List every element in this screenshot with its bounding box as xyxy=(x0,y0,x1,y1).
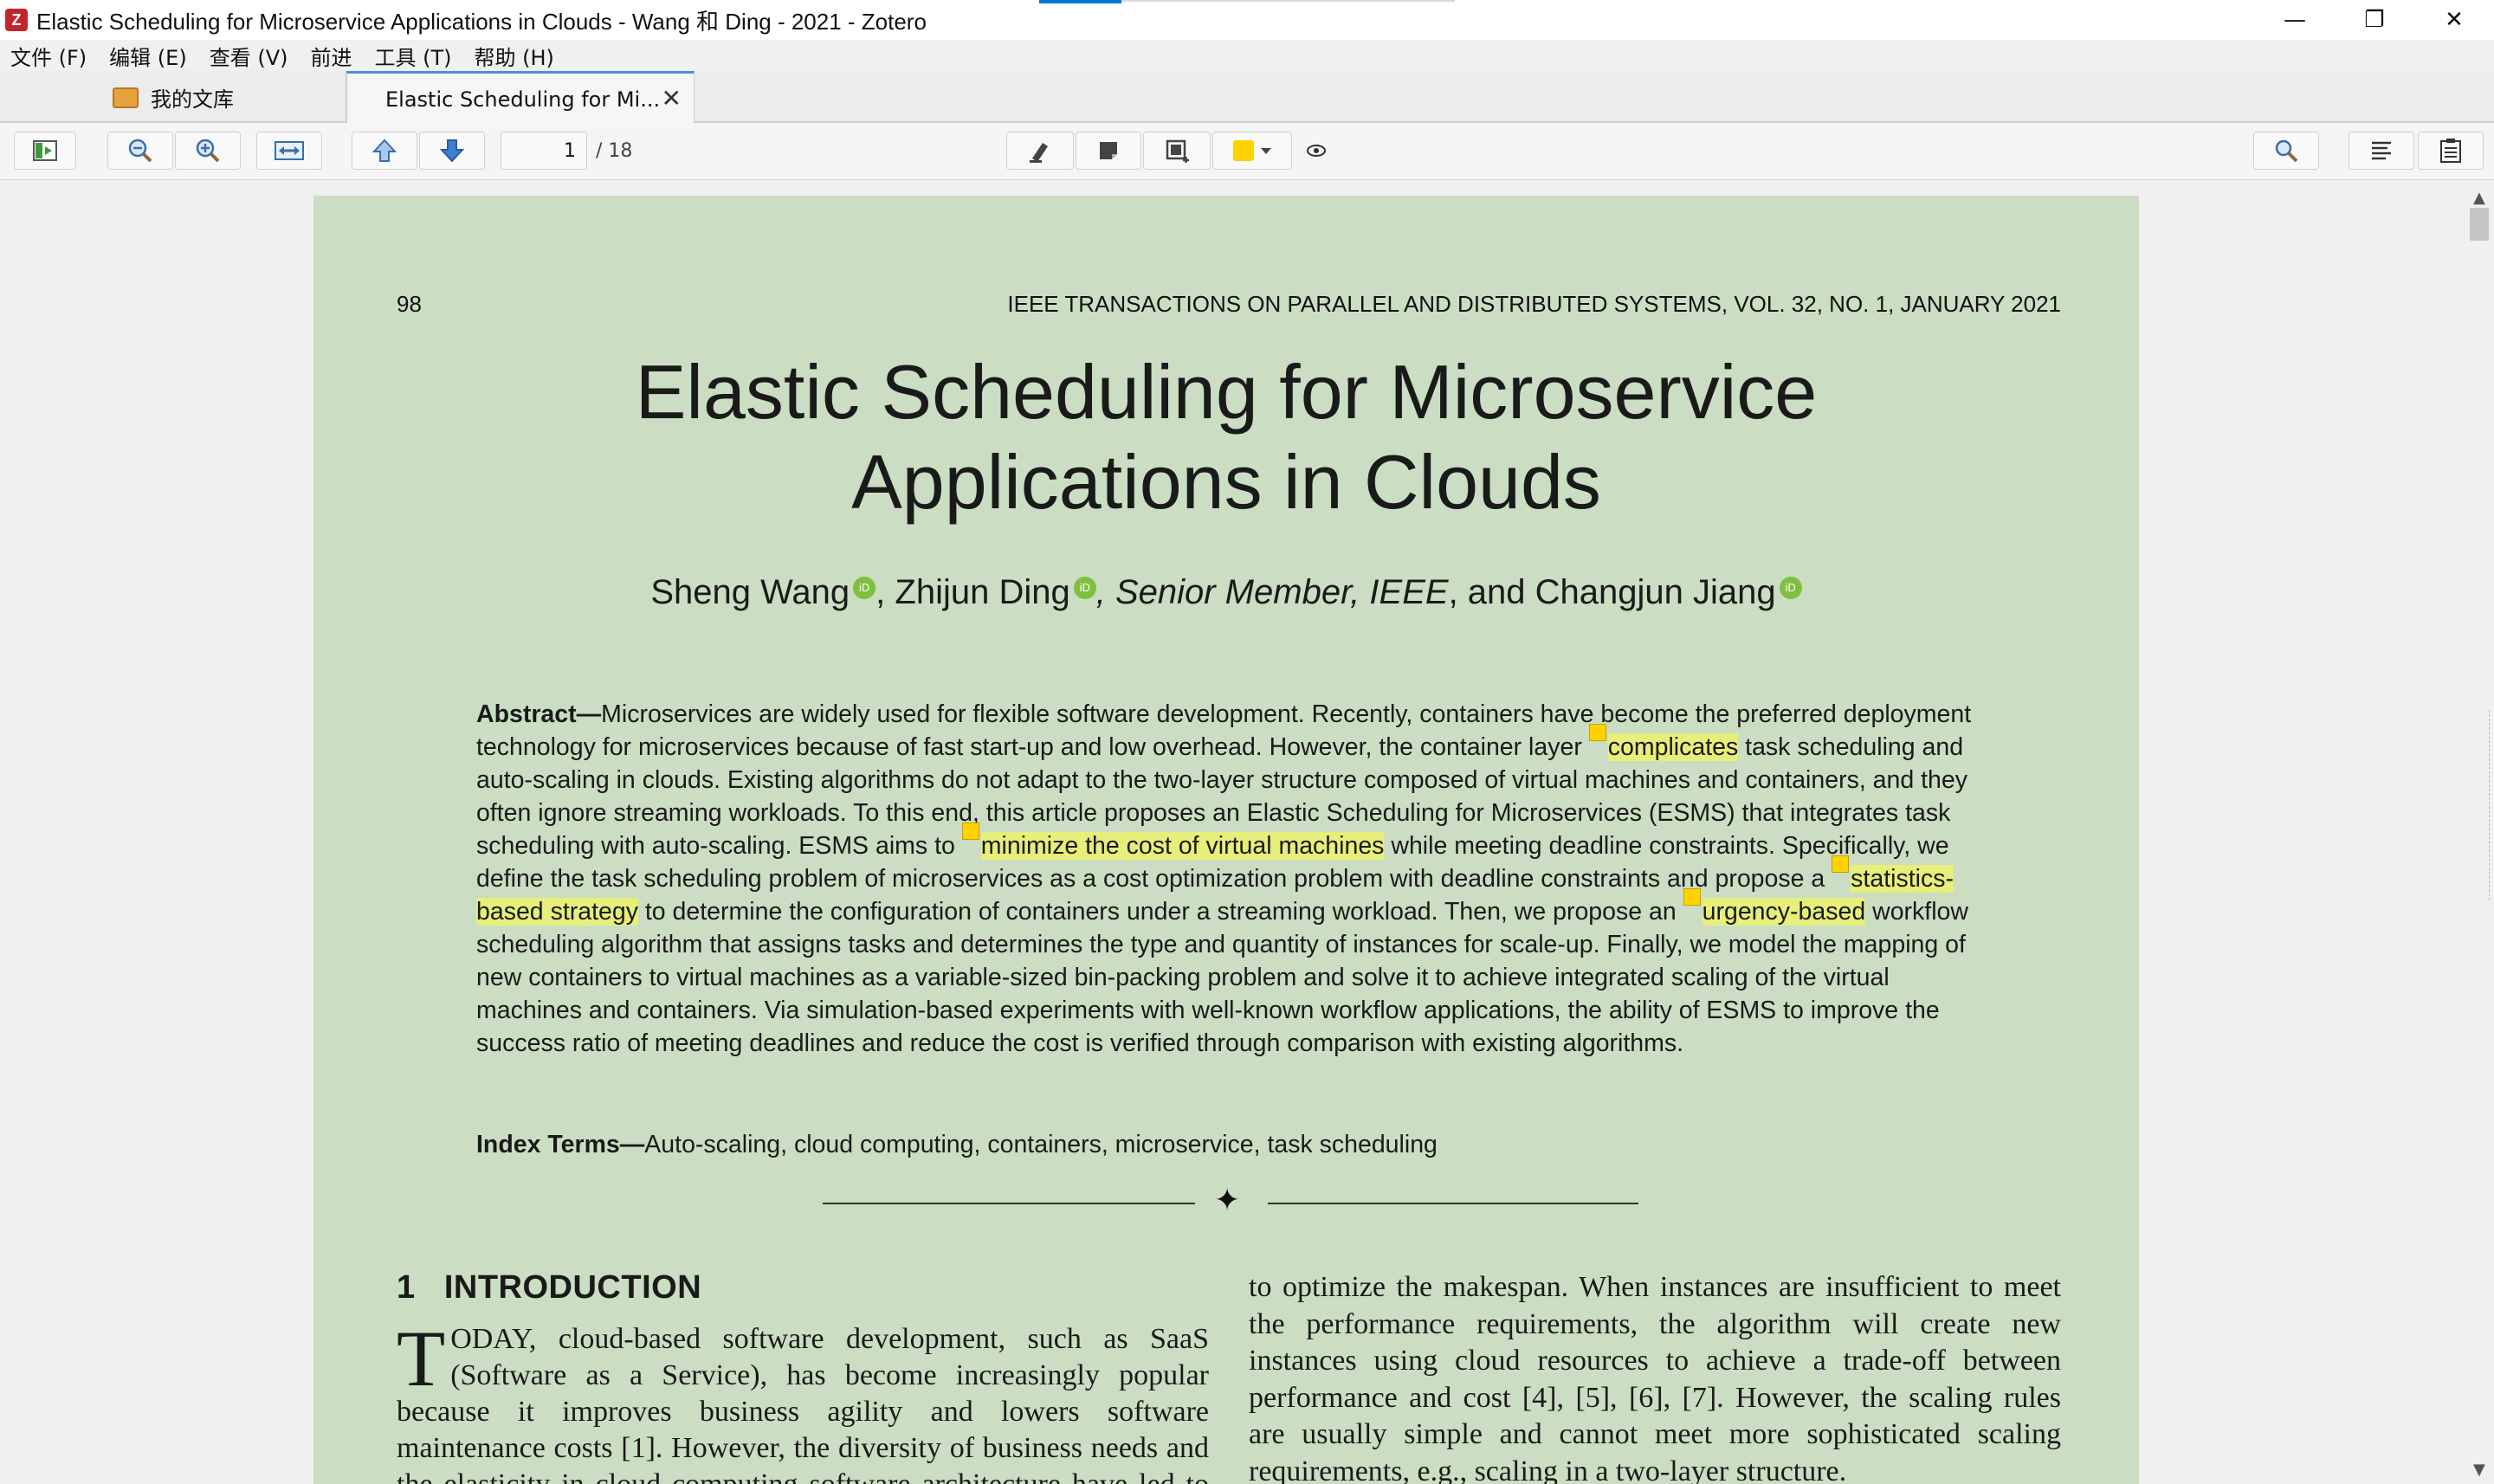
find-button[interactable] xyxy=(2253,132,2319,170)
index-terms: Index Terms—Auto-scaling, cloud computin… xyxy=(476,1131,1438,1159)
color-picker-button[interactable] xyxy=(1212,132,1292,170)
note-marker-icon[interactable] xyxy=(1683,888,1701,906)
note-marker-icon[interactable] xyxy=(1832,855,1850,873)
highlight-annotation[interactable]: complicates xyxy=(1607,733,1739,761)
menu-view[interactable]: 查看 (V) xyxy=(210,41,288,71)
paper-title-line2: Applications in Clouds xyxy=(851,439,1601,525)
annotation-gutter xyxy=(2489,710,2494,900)
abstract-label: Abstract— xyxy=(476,700,602,728)
fit-width-icon xyxy=(275,141,304,160)
orcid-icon[interactable]: iD xyxy=(1779,576,1802,599)
pdf-viewer[interactable]: 98 IEEE TRANSACTIONS ON PARALLEL AND DIS… xyxy=(0,180,2494,1484)
author-title: , Senior Member, IEEE xyxy=(1095,573,1449,611)
index-terms-text: Auto-scaling, cloud computing, container… xyxy=(644,1131,1438,1158)
drop-cap: T xyxy=(397,1314,446,1403)
arrow-up-icon xyxy=(372,139,397,162)
chevron-down-icon xyxy=(1261,147,1271,154)
abstract-text: to determine the configuration of contai… xyxy=(637,898,1683,926)
title-bar: Z Elastic Scheduling for Microservice Ap… xyxy=(0,0,2494,40)
pdf-page[interactable]: 98 IEEE TRANSACTIONS ON PARALLEL AND DIS… xyxy=(313,196,2139,1484)
restore-button[interactable]: ❐ xyxy=(2335,0,2414,40)
next-page-button[interactable] xyxy=(419,132,485,170)
area-tool-button[interactable] xyxy=(1143,132,1211,170)
abstract: Abstract—Microservices are widely used f… xyxy=(476,698,2000,1060)
zoom-in-button[interactable] xyxy=(175,132,241,170)
area-select-icon xyxy=(1166,139,1189,163)
zoom-in-icon xyxy=(196,139,220,163)
orcid-icon[interactable]: iD xyxy=(853,576,876,599)
context-pane-button[interactable] xyxy=(2418,132,2484,170)
scroll-up-icon[interactable]: ▲ xyxy=(2473,189,2485,207)
highlight-tool-button[interactable] xyxy=(1006,132,1074,170)
tab-close-icon[interactable]: ✕ xyxy=(662,84,682,113)
author-name: , and Changjun Jiang xyxy=(1448,573,1776,611)
note-marker-icon[interactable] xyxy=(1588,724,1606,741)
body-text: to optimize the makespan. When instances… xyxy=(1249,1271,2061,1484)
paper-title: Elastic Scheduling for Microservice Appl… xyxy=(313,347,2139,527)
paper-title-line1: Elastic Scheduling for Microservice xyxy=(635,349,1818,435)
note-marker-icon[interactable] xyxy=(961,823,979,840)
menu-tools[interactable]: 工具 (T) xyxy=(374,41,451,71)
section-title: INTRODUCTION xyxy=(443,1269,702,1306)
sidebar-icon xyxy=(33,140,57,161)
page-total: / 18 xyxy=(596,140,633,162)
body-column-left: T ODAY, cloud-based software development,… xyxy=(397,1314,1209,1484)
author-name: Sheng Wang xyxy=(650,573,850,611)
notes-pane-icon xyxy=(2440,139,2461,163)
author-name: , Zhijun Ding xyxy=(875,573,1070,611)
menu-help[interactable]: 帮助 (H) xyxy=(475,41,554,71)
page-number: 98 xyxy=(397,291,422,317)
window-controls: — ❐ ✕ xyxy=(2255,0,2494,40)
menu-bar: 文件 (F) 编辑 (E) 查看 (V) 前进 工具 (T) 帮助 (H) xyxy=(0,40,2494,71)
previous-page-button[interactable] xyxy=(352,132,417,170)
menu-file[interactable]: 文件 (F) xyxy=(10,41,87,71)
minimize-button[interactable]: — xyxy=(2255,0,2335,40)
scroll-down-icon[interactable]: ▼ xyxy=(2473,1461,2485,1479)
scrollbar-thumb[interactable] xyxy=(2470,208,2489,241)
title-accent-track xyxy=(1121,0,1455,2)
section-heading: 1 INTRODUCTION xyxy=(397,1269,701,1307)
index-terms-label: Index Terms— xyxy=(476,1131,645,1158)
tab-reader-label: Elastic Scheduling for Mi... xyxy=(385,87,661,112)
orcid-icon[interactable]: iD xyxy=(1073,576,1096,599)
color-swatch-icon xyxy=(1233,140,1254,161)
arrow-down-icon xyxy=(439,139,465,163)
tab-bar: 我的文库 Elastic Scheduling for Mi... ✕ xyxy=(0,71,2494,125)
search-icon xyxy=(2275,139,2298,163)
note-tool-button[interactable] xyxy=(1076,132,1141,170)
section-number: 1 xyxy=(397,1269,416,1306)
toggle-sidebar-button[interactable] xyxy=(14,132,76,170)
menu-edit[interactable]: 编辑 (E) xyxy=(109,41,187,71)
divider-star-icon: ✦ xyxy=(1214,1183,1241,1218)
reader-toolbar: 1 / 18 xyxy=(0,123,2494,180)
highlight-annotation[interactable]: minimize the cost of virtual machines xyxy=(980,832,1385,860)
eye-toggle-button[interactable] xyxy=(1299,132,1334,170)
title-accent-bar xyxy=(1039,0,1121,3)
close-button[interactable]: ✕ xyxy=(2414,0,2494,40)
zotero-app-icon: Z xyxy=(5,9,28,31)
zoom-out-icon xyxy=(128,139,152,163)
tab-library-label: 我的文库 xyxy=(151,87,234,112)
library-icon xyxy=(113,87,139,108)
section-divider-right xyxy=(1268,1203,1638,1204)
tab-library[interactable]: 我的文库 xyxy=(0,71,346,123)
body-text: ODAY, cloud-based software development, … xyxy=(397,1323,1209,1484)
body-column-right: to optimize the makespan. When instances… xyxy=(1249,1269,2061,1484)
highlight-annotation[interactable]: urgency-based xyxy=(1702,898,1866,926)
note-icon xyxy=(1100,142,1117,159)
zotero-window: Z Elastic Scheduling for Microservice Ap… xyxy=(0,0,2494,1484)
highlighter-icon xyxy=(1030,143,1048,163)
journal-header: IEEE TRANSACTIONS ON PARALLEL AND DISTRI… xyxy=(1007,291,2061,317)
page-number-input[interactable]: 1 xyxy=(501,132,587,170)
window-title: Elastic Scheduling for Microservice Appl… xyxy=(36,8,927,35)
zoom-out-button[interactable] xyxy=(107,132,173,170)
menu-go[interactable]: 前进 xyxy=(310,41,352,71)
outline-toggle-button[interactable] xyxy=(2349,132,2414,170)
section-divider-left xyxy=(823,1203,1195,1204)
eye-icon xyxy=(1307,145,1326,157)
tab-reader[interactable]: Elastic Scheduling for Mi... ✕ xyxy=(346,71,695,125)
author-line: Sheng Wang iD, Zhijun Ding iD, Senior Memb… xyxy=(313,573,2139,612)
fit-width-button[interactable] xyxy=(256,132,322,170)
list-icon xyxy=(2372,141,2391,160)
